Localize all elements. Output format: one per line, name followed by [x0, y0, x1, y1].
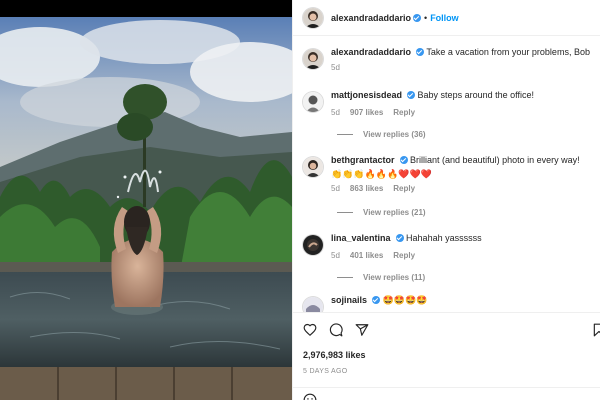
- comment-emojis: 👏👏👏🔥🔥🔥❤️❤️❤️: [331, 169, 432, 179]
- reply-button[interactable]: Reply: [393, 184, 415, 193]
- bookmark-icon[interactable]: [593, 323, 600, 337]
- follow-button[interactable]: Follow: [430, 13, 459, 23]
- comment-avatar[interactable]: [303, 235, 323, 255]
- view-replies-label: View replies (21): [363, 208, 426, 217]
- verified-badge-icon: [395, 234, 404, 242]
- comments-list[interactable]: alexandradaddario Take a vacation from y…: [293, 36, 600, 312]
- post-photo-panel[interactable]: [0, 0, 292, 400]
- comment-avatar[interactable]: [303, 157, 323, 177]
- author-avatar[interactable]: [303, 7, 323, 28]
- view-replies-label: View replies (36): [363, 130, 426, 139]
- view-replies-button[interactable]: View replies (21): [337, 208, 426, 217]
- reply-button[interactable]: Reply: [393, 108, 415, 117]
- post-side-panel: alexandradaddario • Follow alexandradadd…: [292, 0, 600, 400]
- paper-plane-icon[interactable]: [355, 323, 369, 337]
- view-replies-button[interactable]: View replies (11): [337, 273, 425, 282]
- speech-bubble-icon[interactable]: [329, 323, 343, 337]
- comment-username[interactable]: bethgrantactor: [331, 155, 395, 165]
- comment-age: 5d: [331, 251, 340, 260]
- comment-username[interactable]: mattjonesisdead: [331, 90, 402, 100]
- post-header: alexandradaddario • Follow: [293, 0, 600, 36]
- comment-text: Hahahah yassssss: [406, 233, 482, 243]
- comment-avatar[interactable]: [303, 297, 323, 312]
- caption-text: Take a vacation from your problems, Bob: [426, 47, 590, 57]
- replies-divider: [337, 212, 353, 213]
- comment-text: Baby steps around the office!: [417, 90, 534, 100]
- comment-avatar[interactable]: [303, 92, 323, 112]
- post-actions-bar: 2,976,983 likes 5 DAYS AGO: [293, 312, 600, 400]
- comment-item: bethgrantactor Brilliant (and beautiful)…: [303, 154, 599, 193]
- reply-button[interactable]: Reply: [393, 251, 415, 260]
- heart-icon[interactable]: [303, 323, 317, 337]
- caption: alexandradaddario Take a vacation from y…: [303, 46, 599, 72]
- replies-divider: [337, 277, 353, 278]
- comment-likes[interactable]: 907 likes: [350, 108, 383, 117]
- comment-username[interactable]: lina_valentina: [331, 233, 391, 243]
- verified-badge-icon: [399, 156, 408, 164]
- caption-age: 5d: [331, 63, 340, 72]
- header-separator: •: [424, 12, 428, 23]
- post-photo[interactable]: [0, 17, 292, 400]
- comment-text: Brilliant (and beautiful) photo in every…: [410, 155, 580, 165]
- comment-item: sojinails 🤩🤩🤩🤩: [303, 294, 599, 312]
- view-replies-button[interactable]: View replies (36): [337, 130, 426, 139]
- comment-username[interactable]: sojinails: [331, 295, 367, 305]
- comment-text: 🤩🤩🤩🤩: [382, 295, 428, 305]
- action-icons: [303, 323, 369, 337]
- post-time[interactable]: 5 DAYS AGO: [303, 368, 348, 375]
- comment-age: 5d: [331, 184, 340, 193]
- verified-badge-icon: [407, 91, 416, 99]
- caption-avatar[interactable]: [303, 49, 323, 69]
- comment-likes[interactable]: 863 likes: [350, 184, 383, 193]
- verified-badge-icon: [372, 296, 381, 304]
- verified-badge-icon: [413, 13, 422, 22]
- smiley-icon[interactable]: [303, 393, 317, 400]
- author-username[interactable]: alexandradaddario: [331, 13, 411, 23]
- view-replies-label: View replies (11): [363, 273, 426, 282]
- replies-divider: [337, 134, 353, 135]
- add-comment-divider: [293, 387, 600, 388]
- comment-item: mattjonesisdead Baby steps around the of…: [303, 89, 599, 117]
- comment-likes[interactable]: 401 likes: [350, 251, 383, 260]
- photo-top-bar: [0, 0, 292, 17]
- verified-badge-icon: [416, 48, 425, 56]
- comment-age: 5d: [331, 108, 340, 117]
- comment-item: lina_valentina Hahahah yassssss 5d 401 l…: [303, 232, 599, 260]
- likes-count[interactable]: 2,976,983 likes: [303, 350, 366, 360]
- caption-username[interactable]: alexandradaddario: [331, 47, 411, 57]
